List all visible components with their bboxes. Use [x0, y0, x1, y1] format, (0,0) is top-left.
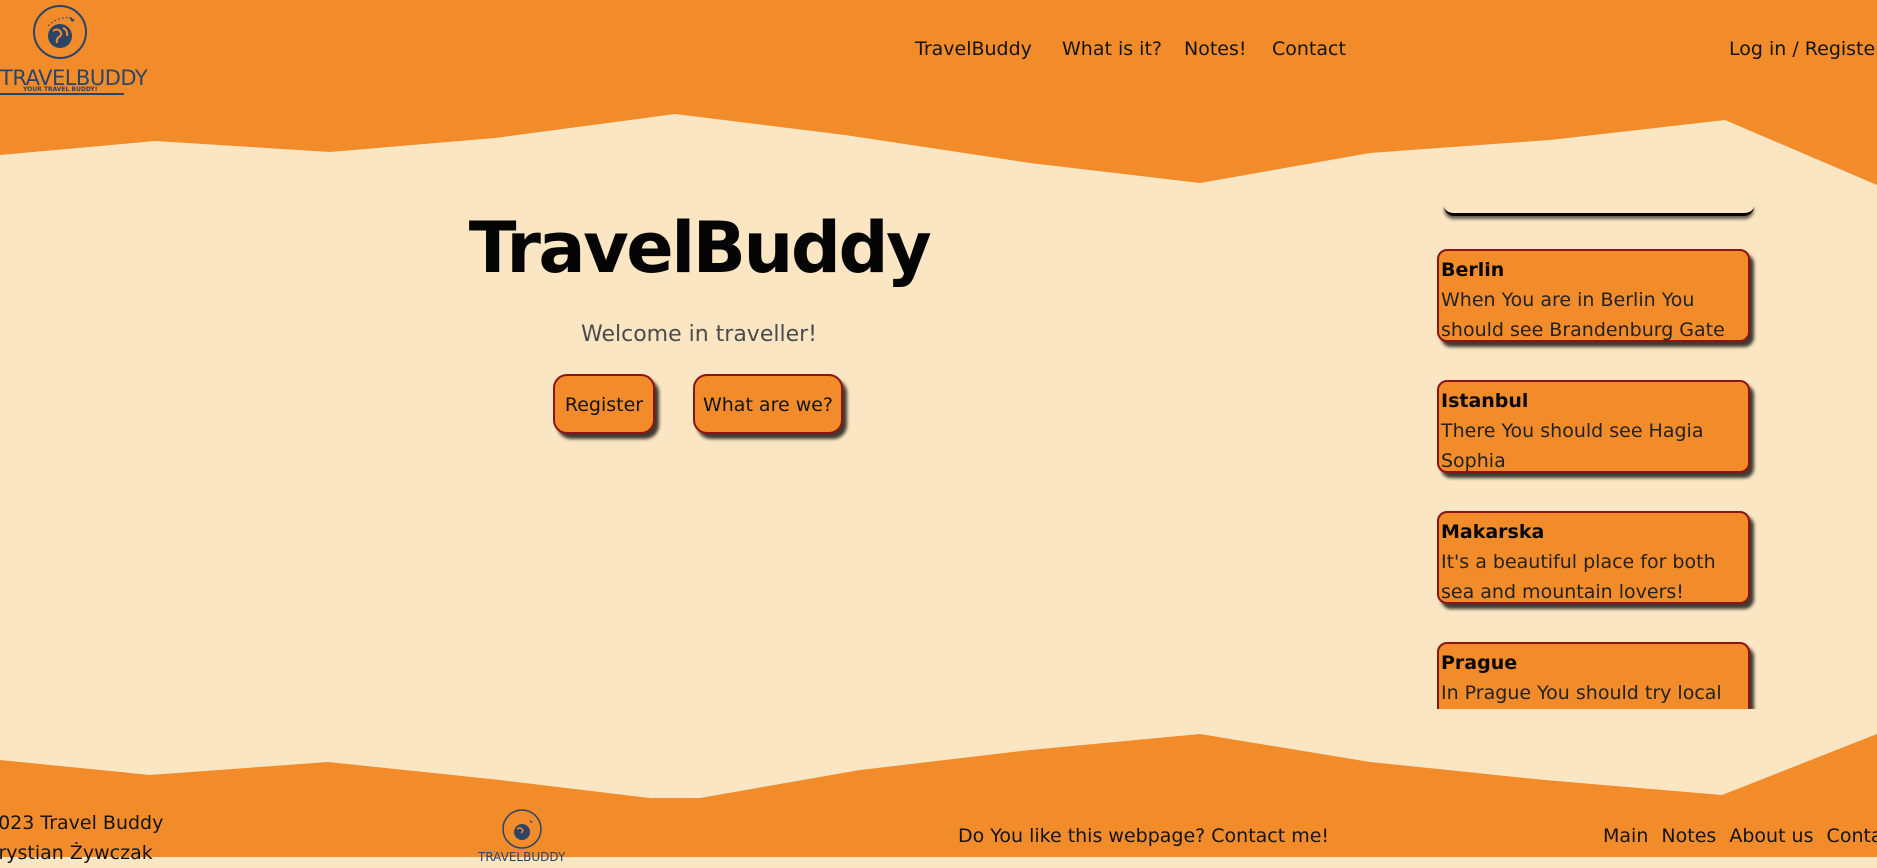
card-istanbul[interactable]: Istanbul There You should see Hagia Soph…	[1437, 380, 1750, 473]
footer-link-about-us[interactable]: About us	[1729, 825, 1813, 847]
footer-contact-text[interactable]: Do You like this webpage? Contact me!	[958, 825, 1329, 847]
what-are-we-button[interactable]: What are we?	[693, 374, 843, 434]
brand-logo-underline	[0, 93, 124, 95]
footer-copyright-block: 2023 Travel Buddy Krystian Żywczak	[0, 808, 163, 868]
card-title: Istanbul	[1441, 390, 1529, 412]
footer-logo-text: TRAVELBUDDY	[478, 850, 566, 864]
card-title: Prague	[1441, 652, 1518, 674]
footer-copyright: 2023 Travel Buddy	[0, 812, 164, 834]
footer-link-notes[interactable]: Notes	[1661, 825, 1716, 847]
card-text: When You are in Berlin You should see Br…	[1441, 289, 1725, 341]
card-prague[interactable]: Prague In Prague You should try local	[1437, 642, 1750, 709]
register-button[interactable]: Register	[553, 374, 655, 434]
nav-item-what-is-it[interactable]: What is it?	[1062, 38, 1162, 60]
card-makarska[interactable]: Makarska It's a beautiful place for both…	[1437, 511, 1750, 604]
card-title: Makarska	[1441, 521, 1545, 543]
hero-title: TravelBuddy	[468, 207, 932, 289]
card-title: Berlin	[1441, 259, 1505, 281]
login-register-link[interactable]: Log in / Register	[1729, 38, 1877, 60]
card-berlin[interactable]: Berlin When You are in Berlin You should…	[1437, 249, 1750, 342]
card-text: It's a beautiful place for both sea and …	[1441, 551, 1716, 603]
footer-author: Krystian Żywczak	[0, 842, 153, 864]
card-text: In Prague You should try local	[1441, 682, 1722, 704]
globe-plane-icon	[33, 5, 87, 59]
hero-subtitle: Welcome in traveller!	[580, 322, 817, 347]
nav-item-contact[interactable]: Contact	[1272, 38, 1346, 60]
nav-item-notes[interactable]: Notes!	[1184, 38, 1247, 60]
footer-links: Main Notes About us Contact	[1603, 825, 1877, 847]
card-partial-top	[1444, 205, 1754, 216]
card-text: There You should see Hagia Sophia	[1441, 420, 1704, 472]
footer-logo[interactable]: TRAVELBUDDY	[475, 809, 571, 864]
brand-logo[interactable]: TRAVELBUDDY YOUR TRAVEL BUDDY!	[0, 4, 148, 95]
footer-link-contact[interactable]: Contact	[1827, 825, 1877, 847]
destination-cards-panel[interactable]: Berlin When You are in Berlin You should…	[1430, 205, 1760, 709]
footer-link-main[interactable]: Main	[1603, 825, 1648, 847]
nav-item-travelbuddy[interactable]: TravelBuddy	[915, 38, 1032, 60]
brand-logo-tagline: YOUR TRAVEL BUDDY!	[23, 86, 98, 93]
